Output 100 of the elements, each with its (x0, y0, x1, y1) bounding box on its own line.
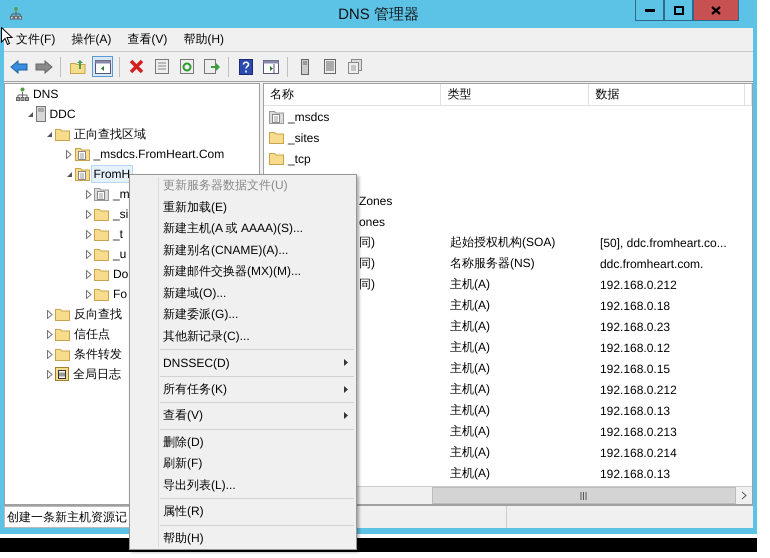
list-item-name[interactable]: _msdcs (288, 110, 330, 124)
menu-item[interactable]: 帮助(H) (177, 29, 230, 50)
tree-item[interactable]: 正向查找区域 (71, 124, 149, 144)
collapsed-arrow-icon[interactable] (86, 230, 92, 238)
table-cell: 主机(A) (450, 465, 490, 482)
tree-item[interactable]: 信任点 (71, 324, 113, 344)
table-cell: 起始授权机构(SOA) (450, 234, 556, 251)
collapsed-arrow-icon[interactable] (86, 290, 92, 298)
collapsed-arrow-icon[interactable] (46, 330, 52, 338)
menu-item[interactable]: 其他新记录(C)... (130, 326, 356, 347)
log-book-icon (55, 367, 69, 381)
list-item-name[interactable]: Zones (359, 194, 392, 208)
table-cell: ddc.fromheart.com. (600, 256, 704, 270)
list-item-name[interactable]: _sites (288, 130, 320, 144)
menu-item[interactable]: 刷新(F) (130, 453, 356, 474)
zone-file-icon (74, 147, 90, 161)
menu-item[interactable]: 查看(V) (130, 405, 356, 426)
tree-item[interactable]: 反向查找 (71, 304, 125, 324)
submenu-arrow-icon (344, 359, 348, 366)
tree-item[interactable]: _m (110, 185, 133, 203)
table-cell: 192.168.0.213 (600, 424, 677, 438)
expanded-arrow-icon[interactable] (66, 170, 72, 178)
zone-file-icon (269, 110, 284, 124)
menu-item[interactable]: 新建委派(G)... (130, 304, 356, 326)
menu-item[interactable]: 新建别名(CNAME)(A)... (130, 240, 356, 261)
menu-item[interactable]: 查看(V) (121, 29, 174, 50)
menu-item[interactable]: 帮助(H) (130, 528, 356, 549)
table-cell: 192.168.0.18 (600, 298, 670, 312)
tree-item[interactable]: DDC (46, 105, 78, 123)
collapsed-arrow-icon[interactable] (86, 250, 92, 258)
collapsed-arrow-icon[interactable] (86, 190, 92, 198)
submenu-arrow-icon (344, 386, 348, 393)
window-title: DNS 管理器 (338, 4, 419, 24)
scrollbar-thumb[interactable] (432, 487, 736, 504)
list-item-name[interactable]: 同) (359, 276, 375, 293)
maximize-button[interactable] (664, 0, 693, 21)
collapsed-arrow-icon[interactable] (66, 150, 72, 158)
collapsed-arrow-icon[interactable] (46, 370, 52, 378)
table-cell: 名称服务器(NS) (450, 255, 535, 272)
collapsed-arrow-icon[interactable] (86, 210, 92, 218)
menu-item[interactable]: 所有任务(K) (130, 378, 356, 400)
tree-item[interactable]: _t (110, 225, 126, 243)
table-cell: 192.168.0.23 (600, 320, 670, 334)
menu-item[interactable]: 删除(D) (130, 432, 356, 453)
tree-item[interactable]: _si (110, 205, 132, 223)
table-cell: 主机(A) (450, 423, 490, 440)
menu-item[interactable]: 操作(A) (65, 29, 118, 50)
list-item-name[interactable]: 同) (359, 255, 375, 272)
menu-item[interactable]: 新建邮件交换器(MX)(M)... (130, 261, 356, 282)
column-header[interactable]: 数据 (589, 84, 745, 105)
menu-item[interactable]: DNSSEC(D) (130, 352, 356, 374)
folder-icon (94, 208, 109, 220)
expanded-arrow-icon[interactable] (46, 130, 53, 138)
tree-item[interactable]: 条件转发 (71, 344, 125, 364)
menu-item[interactable]: 新建主机(A 或 AAAA)(S)... (130, 218, 356, 240)
menu-item[interactable]: 新建域(O)... (130, 282, 356, 304)
folder-icon (94, 268, 109, 280)
table-cell: 主机(A) (450, 276, 490, 293)
tree-item[interactable]: _u (110, 245, 130, 263)
table-cell: 192.168.0.212 (600, 278, 677, 292)
tree-item[interactable]: 全局日志 (70, 364, 124, 384)
table-cell: 192.168.0.12 (600, 340, 670, 354)
zone-file-icon (74, 167, 90, 181)
collapsed-arrow-icon[interactable] (46, 310, 52, 318)
minimize-icon (644, 8, 654, 12)
table-cell: 主机(A) (450, 444, 490, 461)
folder-icon (94, 248, 109, 260)
menu-item[interactable]: 文件(F) (10, 29, 62, 50)
list-item-name[interactable]: ones (359, 214, 386, 228)
minimize-button[interactable] (635, 0, 664, 21)
tree-item[interactable]: Fo (110, 285, 130, 303)
table-cell: 主机(A) (450, 297, 490, 314)
tree-item[interactable]: FromH (90, 165, 134, 183)
zone-file-icon (94, 187, 109, 201)
tree-item[interactable]: _msdcs.FromHeart.Com (90, 145, 228, 163)
menu-item[interactable]: 导出列表(L)... (130, 474, 356, 496)
table-cell: 192.168.0.13 (600, 466, 670, 480)
table-cell: 192.168.0.13 (600, 404, 670, 418)
collapsed-arrow-icon[interactable] (46, 350, 52, 358)
menu-item[interactable]: 重新加载(E) (130, 196, 356, 218)
tree-item[interactable]: Do (110, 265, 132, 283)
export-icon[interactable] (201, 56, 222, 77)
pane-toggle-icon[interactable] (92, 56, 113, 77)
folder-icon (55, 308, 70, 320)
list-item-name[interactable]: 同) (359, 234, 375, 251)
folder-icon (269, 131, 284, 144)
table-cell: 192.168.0.15 (600, 362, 670, 376)
folder-icon (55, 348, 70, 360)
table-cell: 主机(A) (450, 381, 490, 398)
tree-item[interactable]: DNS (30, 85, 62, 103)
column-header[interactable]: 类型 (441, 84, 590, 105)
list-item-name[interactable]: _tcp (288, 152, 311, 166)
collapsed-arrow-icon[interactable] (86, 270, 92, 278)
folder-icon (94, 228, 109, 240)
column-header[interactable]: 名称 (264, 84, 442, 105)
table-cell: 主机(A) (450, 339, 490, 356)
close-icon (711, 6, 721, 14)
close-button[interactable] (693, 0, 739, 21)
submenu-arrow-icon (344, 412, 348, 420)
expanded-arrow-icon[interactable] (26, 110, 34, 118)
